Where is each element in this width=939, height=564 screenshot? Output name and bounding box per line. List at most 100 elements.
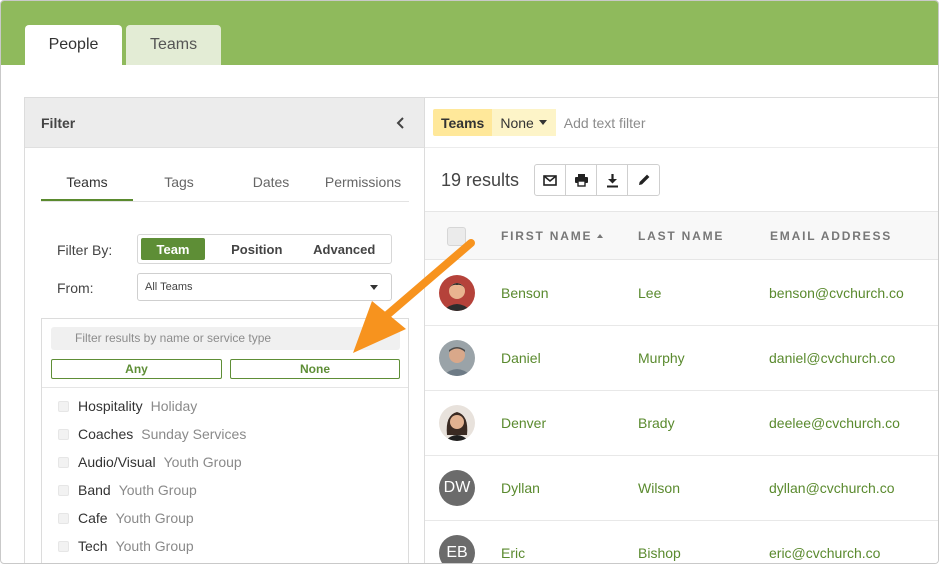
- sort-ascending-icon: [597, 234, 604, 238]
- table-header: FIRST NAME LAST NAME EMAIL ADDRESS: [425, 212, 938, 260]
- team-type: Youth Group: [118, 482, 197, 498]
- filter-title: Filter: [41, 114, 76, 131]
- divider: [42, 387, 408, 388]
- team-checkbox[interactable]: [58, 484, 69, 496]
- avatar: [439, 340, 475, 376]
- list-item[interactable]: Cafe Youth Group: [58, 504, 398, 532]
- first-name-cell[interactable]: Dyllan: [501, 480, 540, 496]
- column-header-label: FIRST NAME: [501, 229, 593, 243]
- last-name-cell[interactable]: Wilson: [638, 480, 680, 496]
- filter-sub-tabs: Teams Tags Dates Permissions: [41, 168, 409, 202]
- table-row[interactable]: EB Eric Bishop eric@cvchurch.co: [425, 521, 938, 563]
- sub-tab-permissions[interactable]: Permissions: [317, 168, 409, 201]
- table-row[interactable]: Benson Lee benson@cvchurch.co: [425, 261, 938, 326]
- list-item[interactable]: Hospitality Holiday: [58, 392, 398, 420]
- team-checkbox[interactable]: [58, 400, 69, 412]
- tab-teams-label: Teams: [149, 36, 198, 53]
- column-header-email[interactable]: EMAIL ADDRESS: [770, 229, 892, 243]
- avatar: [439, 405, 475, 441]
- first-name-cell[interactable]: Benson: [501, 285, 548, 301]
- tab-people-label: People: [48, 36, 99, 53]
- none-button[interactable]: None: [230, 359, 400, 379]
- download-icon: [606, 173, 618, 187]
- filter-by-team-button[interactable]: Team: [141, 238, 205, 260]
- last-name-cell[interactable]: Lee: [638, 285, 661, 301]
- filter-chip-value: None: [500, 114, 534, 131]
- filter-chip-value-dropdown[interactable]: None: [492, 109, 556, 136]
- list-item[interactable]: Coaches Sunday Services: [58, 420, 398, 448]
- from-label: From:: [57, 280, 94, 296]
- tab-people[interactable]: People: [25, 25, 122, 65]
- first-name-cell[interactable]: Eric: [501, 545, 525, 561]
- results-panel: Teams None Add text filter 19 results FI…: [425, 97, 938, 563]
- email-cell[interactable]: benson@cvchurch.co: [769, 285, 904, 301]
- email-cell[interactable]: eric@cvchurch.co: [769, 545, 880, 561]
- filter-header: Filter: [25, 98, 424, 148]
- from-select[interactable]: All Teams: [137, 273, 392, 301]
- avatar: DW: [439, 470, 475, 506]
- team-list: Hospitality Holiday Coaches Sunday Service…: [58, 392, 398, 560]
- filter-panel: Filter Teams Tags Dates Permissions Filt…: [24, 97, 425, 563]
- table-row[interactable]: Denver Brady deelee@cvchurch.co: [425, 391, 938, 456]
- sub-tab-teams[interactable]: Teams: [41, 168, 133, 201]
- first-name-cell[interactable]: Daniel: [501, 350, 541, 366]
- print-button[interactable]: [566, 165, 597, 195]
- download-button[interactable]: [597, 165, 628, 195]
- list-item[interactable]: Band Youth Group: [58, 476, 398, 504]
- table-row[interactable]: DW Dyllan Wilson dyllan@cvchurch.co: [425, 456, 938, 521]
- sub-tab-dates[interactable]: Dates: [225, 168, 317, 201]
- email-cell[interactable]: deelee@cvchurch.co: [769, 415, 900, 431]
- team-type: Sunday Services: [141, 426, 247, 442]
- filter-by-label: Filter By:: [57, 242, 113, 258]
- table-body: Benson Lee benson@cvchurch.co Daniel Mur…: [425, 261, 938, 563]
- avatar-photo-icon: [439, 405, 475, 441]
- divider: [425, 147, 938, 148]
- chevron-down-icon: [370, 285, 378, 290]
- any-button[interactable]: Any: [51, 359, 222, 379]
- from-select-value: All Teams: [145, 281, 193, 293]
- select-all-checkbox[interactable]: [447, 227, 466, 246]
- app-window: People Teams Filter Teams Tags Dates Per…: [0, 0, 939, 564]
- filter-by-advanced-button[interactable]: Advanced: [301, 238, 389, 260]
- avatar: EB: [439, 535, 475, 563]
- team-checkbox[interactable]: [58, 456, 69, 468]
- chevron-down-icon: [538, 120, 547, 125]
- first-name-cell[interactable]: Denver: [501, 415, 546, 431]
- email-button[interactable]: [535, 165, 566, 195]
- team-name: Coaches: [78, 426, 134, 442]
- team-checkbox[interactable]: [58, 512, 69, 524]
- team-search-input[interactable]: Filter results by name or service type: [51, 327, 400, 350]
- last-name-cell[interactable]: Brady: [638, 415, 675, 431]
- tab-teams[interactable]: Teams: [126, 25, 221, 65]
- avatar-photo-icon: [439, 275, 475, 311]
- top-bar: People Teams: [1, 1, 938, 65]
- team-name: Band: [78, 482, 111, 498]
- team-name: Tech: [78, 538, 108, 554]
- column-header-last-name[interactable]: LAST NAME: [638, 229, 724, 243]
- last-name-cell[interactable]: Bishop: [638, 545, 681, 561]
- team-type: Youth Group: [115, 538, 194, 554]
- mail-icon: [543, 174, 557, 186]
- filter-by-position-button[interactable]: Position: [213, 238, 301, 260]
- table-row[interactable]: Daniel Murphy daniel@cvchurch.co: [425, 326, 938, 391]
- add-text-filter-input[interactable]: Add text filter: [564, 115, 646, 131]
- active-filter-bar: Teams None Add text filter: [433, 109, 646, 136]
- email-cell[interactable]: daniel@cvchurch.co: [769, 350, 895, 366]
- last-name-cell[interactable]: Murphy: [638, 350, 685, 366]
- list-item[interactable]: Audio/Visual Youth Group: [58, 448, 398, 476]
- filter-chip-field[interactable]: Teams: [433, 109, 493, 136]
- results-count: 19 results: [441, 170, 520, 190]
- email-cell[interactable]: dyllan@cvchurch.co: [769, 480, 895, 496]
- team-type: Youth Group: [163, 454, 242, 470]
- edit-button[interactable]: [628, 165, 659, 195]
- team-name: Hospitality: [78, 398, 143, 414]
- team-name: Audio/Visual: [78, 454, 156, 470]
- column-header-first-name[interactable]: FIRST NAME: [501, 229, 604, 243]
- sub-tab-tags[interactable]: Tags: [133, 168, 225, 201]
- team-checkbox[interactable]: [58, 428, 69, 440]
- team-checkbox[interactable]: [58, 540, 69, 552]
- list-item[interactable]: Tech Youth Group: [58, 532, 398, 560]
- team-name: Cafe: [78, 510, 108, 526]
- chevron-left-icon[interactable]: [394, 115, 408, 131]
- results-actions: [534, 164, 660, 196]
